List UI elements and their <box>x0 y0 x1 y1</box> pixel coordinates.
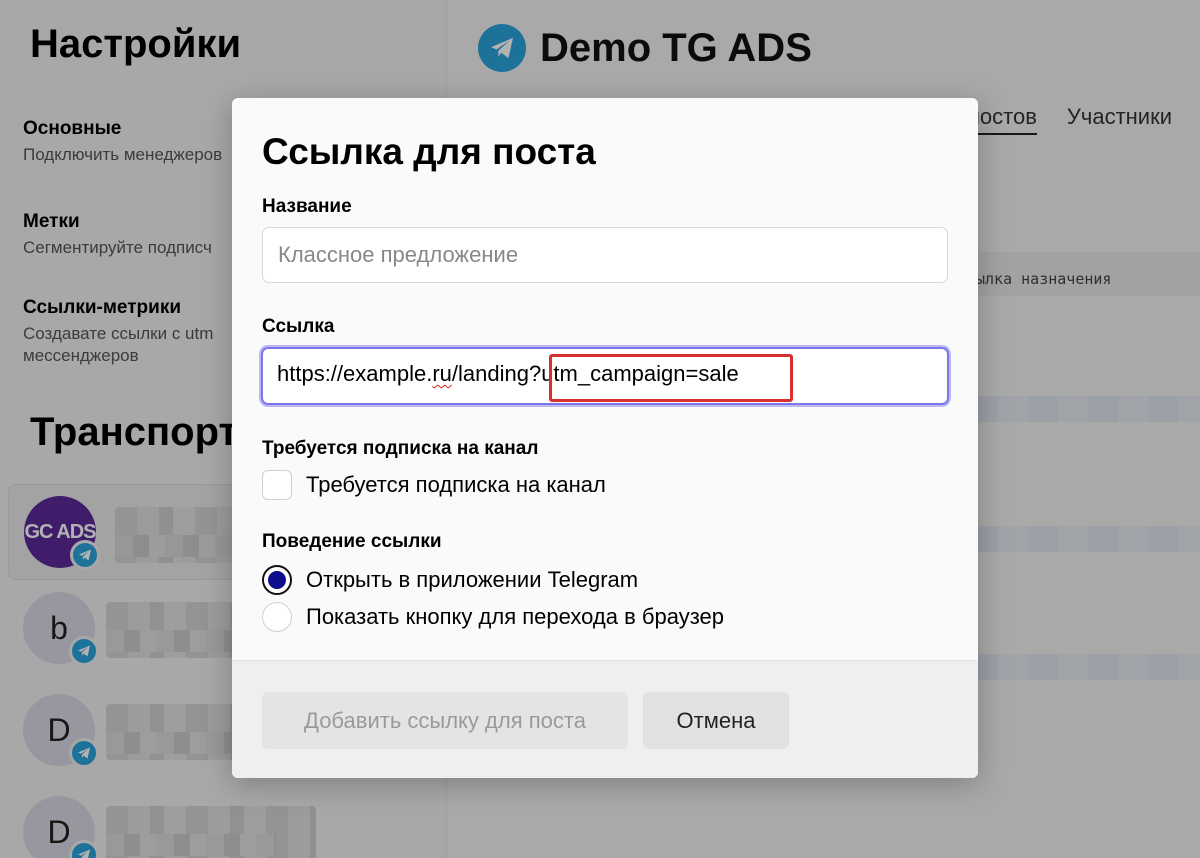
radio-open-in-telegram[interactable]: Открыть в приложении Telegram <box>262 565 638 595</box>
subscription-checkbox-label: Требуется подписка на канал <box>306 472 606 497</box>
subscription-label: Требуется подписка на канал <box>262 438 539 459</box>
radio-button-selected[interactable] <box>262 565 292 595</box>
name-input[interactable] <box>262 227 948 283</box>
cancel-button[interactable]: Отмена <box>643 692 789 749</box>
link-part: https://example. <box>277 361 433 386</box>
radio-label: Открыть в приложении Telegram <box>306 567 639 592</box>
radio-button[interactable] <box>262 602 292 632</box>
link-part: /landing <box>451 361 529 386</box>
dialog-footer: Добавить ссылку для поста Отмена <box>232 660 978 778</box>
dialog-title: Ссылка для поста <box>262 131 596 172</box>
radio-show-browser-button[interactable]: Показать кнопку для перехода в браузер <box>262 602 724 632</box>
radio-label: Показать кнопку для перехода в браузер <box>306 604 724 629</box>
subscription-checkbox[interactable] <box>262 470 292 500</box>
behavior-label: Поведение ссылки <box>262 531 442 552</box>
subscription-checkbox-row[interactable]: Требуется подписка на канал <box>262 470 606 500</box>
post-link-dialog: Ссылка для поста Название Ссылка https:/… <box>232 98 978 778</box>
add-link-button[interactable]: Добавить ссылку для поста <box>262 692 628 749</box>
name-label: Название <box>262 196 352 217</box>
utm-highlight-box <box>549 354 793 402</box>
link-part: ru <box>432 361 452 386</box>
link-label: Ссылка <box>262 316 335 337</box>
